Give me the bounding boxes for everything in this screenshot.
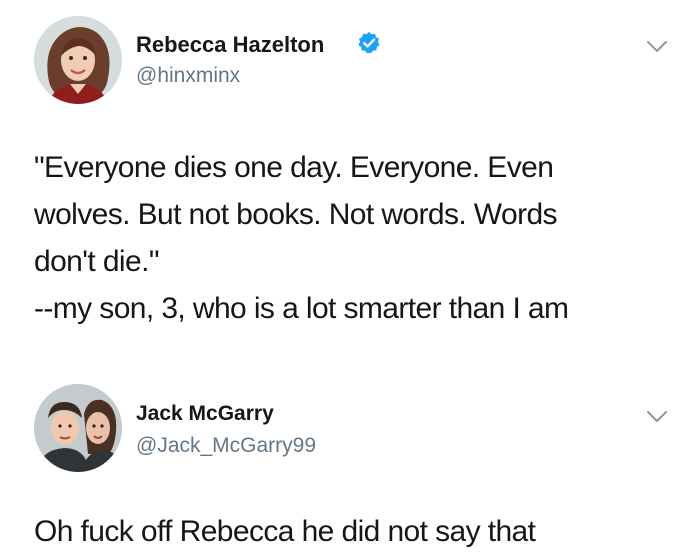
- chevron-down-icon[interactable]: [646, 40, 668, 54]
- tweet-text-line: wolves. But not books. Not words. Words: [34, 198, 558, 231]
- author-handle[interactable]: @Jack_McGarry99: [136, 434, 316, 458]
- tweet-text-line: "Everyone dies one day. Everyone. Even: [34, 151, 554, 184]
- tweet-text-line: Oh fuck off Rebecca he did not say that: [34, 515, 536, 548]
- tweet: Rebecca Hazelton @hinxminx "Everyone die…: [0, 0, 700, 370]
- tweet-text: "Everyone dies one day. Everyone. Even w…: [34, 144, 674, 332]
- author-name[interactable]: Jack McGarry: [136, 402, 274, 426]
- tweet-text: Oh fuck off Rebecca he did not say that: [34, 508, 674, 555]
- avatar[interactable]: [34, 16, 122, 104]
- avatar[interactable]: [34, 384, 122, 472]
- tweet-text-line: don't die.": [34, 245, 159, 278]
- verified-badge-icon: [358, 32, 380, 54]
- author-handle[interactable]: @hinxminx: [136, 64, 240, 88]
- tweet-text-line: --my son, 3, who is a lot smarter than I…: [34, 292, 569, 325]
- author-name[interactable]: Rebecca Hazelton: [136, 32, 324, 58]
- chevron-down-icon[interactable]: [646, 410, 668, 424]
